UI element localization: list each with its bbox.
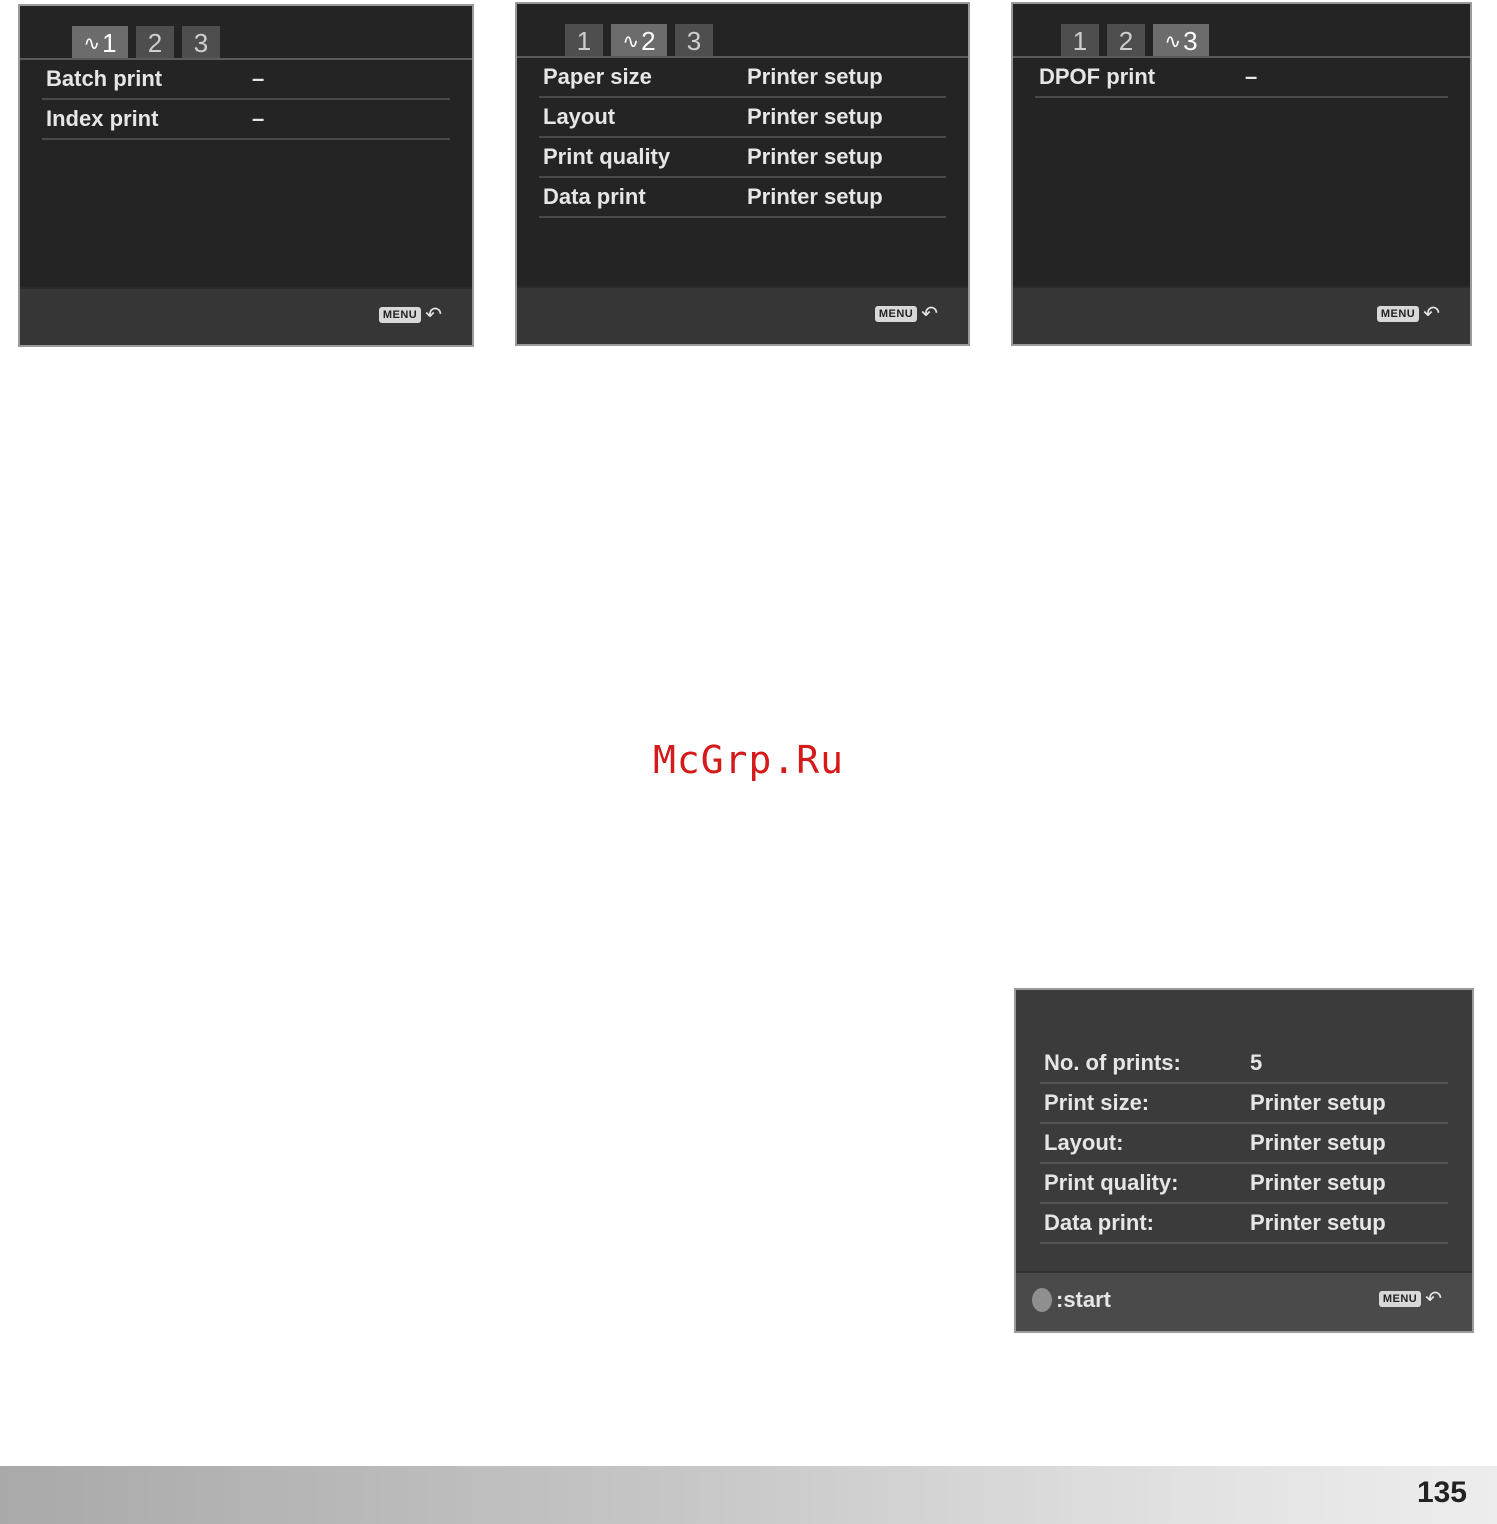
page-footer-band: 135 — [0, 1466, 1497, 1524]
menu-row-label: DPOF print — [1039, 64, 1156, 89]
tab-bar: 1 ∿2 3 — [565, 18, 721, 58]
tab-2[interactable]: ∿2 — [611, 24, 667, 58]
menu-row-label: Data print: — [1044, 1210, 1154, 1235]
tab-2[interactable]: 2 — [1107, 24, 1145, 58]
menu-list: Batch print – Index print – — [42, 60, 450, 140]
menu-back-button[interactable]: MENU ↶ — [874, 303, 938, 325]
print-confirmation-screen: No. of prints: 5 Print size: Printer set… — [1014, 988, 1474, 1333]
menu-list: DPOF print – — [1035, 58, 1448, 98]
menu-row-index-print[interactable]: Index print – — [42, 100, 450, 140]
menu-row-label: Print quality — [543, 144, 671, 169]
menu-row-no-of-prints: No. of prints: 5 — [1040, 1044, 1448, 1084]
menu-row-label: Batch print — [46, 66, 163, 91]
menu-row-value: Printer setup — [747, 144, 883, 169]
watermark: McGrp.Ru — [652, 738, 845, 782]
menu-row-value: Printer setup — [747, 64, 883, 89]
screen-footer: MENU ↶ — [1013, 286, 1470, 344]
menu-row-label: Paper size — [543, 64, 652, 89]
menu-row-value: Printer setup — [1250, 1170, 1386, 1195]
menu-row-print-quality: Print quality: Printer setup — [1040, 1164, 1448, 1204]
print-icon: ∿ — [1164, 31, 1182, 53]
menu-back-button[interactable]: MENU ↶ — [378, 304, 442, 326]
tab-1[interactable]: 1 — [1061, 24, 1099, 58]
tab-3[interactable]: 3 — [675, 24, 713, 58]
menu-row-dpof-print[interactable]: DPOF print – — [1035, 58, 1448, 98]
menu-row-value: – — [1245, 64, 1258, 89]
screen-footer: MENU ↶ — [517, 286, 968, 344]
menu-back-button[interactable]: MENU ↶ — [1376, 303, 1440, 325]
center-button-icon — [1032, 1288, 1052, 1312]
menu-button-icon: MENU — [378, 307, 422, 323]
menu-row-label: Layout: — [1044, 1130, 1124, 1155]
screen-footer: MENU ↶ — [20, 287, 472, 345]
menu-row-value: – — [252, 66, 265, 91]
menu-row-value: – — [252, 106, 265, 131]
tab-1[interactable]: 1 — [565, 24, 603, 58]
menu-list: No. of prints: 5 Print size: Printer set… — [1040, 1044, 1448, 1244]
menu-row-label: Data print — [543, 184, 646, 209]
menu-row-value: Printer setup — [1250, 1130, 1386, 1155]
start-hint[interactable]: :start — [1032, 1287, 1111, 1313]
back-arrow-icon: ↶ — [1423, 303, 1440, 325]
menu-row-value: Printer setup — [1250, 1090, 1386, 1115]
menu-row-label: Print size: — [1044, 1090, 1150, 1115]
menu-button-icon: MENU — [874, 306, 918, 322]
back-arrow-icon: ↶ — [1425, 1288, 1442, 1310]
menu-row-paper-size[interactable]: Paper size Printer setup — [539, 58, 946, 98]
back-arrow-icon: ↶ — [425, 304, 442, 326]
menu-row-print-quality[interactable]: Print quality Printer setup — [539, 138, 946, 178]
tab-bar: 1 2 ∿3 — [1061, 18, 1217, 58]
menu-row-data-print: Data print: Printer setup — [1040, 1204, 1448, 1244]
menu-list: Paper size Printer setup Layout Printer … — [539, 58, 946, 218]
print-menu-screen-tab1: ∿1 2 3 Batch print – Index print – MENU … — [18, 4, 474, 347]
menu-row-data-print[interactable]: Data print Printer setup — [539, 178, 946, 218]
tab-3[interactable]: 3 — [182, 26, 220, 60]
start-label: :start — [1056, 1287, 1112, 1312]
tab-3[interactable]: ∿3 — [1153, 24, 1209, 58]
screen-footer: :start MENU ↶ — [1016, 1271, 1472, 1331]
menu-row-value: Printer setup — [747, 104, 883, 129]
print-menu-screen-tab3: 1 2 ∿3 DPOF print – MENU ↶ — [1011, 2, 1472, 346]
menu-row-value: 5 — [1250, 1050, 1263, 1075]
tab-2[interactable]: 2 — [136, 26, 174, 60]
back-arrow-icon: ↶ — [921, 303, 938, 325]
print-icon: ∿ — [83, 33, 101, 55]
menu-row-value: Printer setup — [1250, 1210, 1386, 1235]
tab-bar: ∿1 2 3 — [72, 20, 228, 60]
page-number: 135 — [1416, 1476, 1467, 1509]
menu-row-layout: Layout: Printer setup — [1040, 1124, 1448, 1164]
menu-row-label: Index print — [46, 106, 159, 131]
menu-row-layout[interactable]: Layout Printer setup — [539, 98, 946, 138]
print-menu-screen-tab2: 1 ∿2 3 Paper size Printer setup Layout P… — [515, 2, 970, 346]
menu-back-button[interactable]: MENU ↶ — [1378, 1288, 1442, 1310]
menu-row-print-size: Print size: Printer setup — [1040, 1084, 1448, 1124]
menu-button-icon: MENU — [1376, 306, 1420, 322]
menu-row-label: Print quality: — [1044, 1170, 1179, 1195]
menu-row-batch-print[interactable]: Batch print – — [42, 60, 450, 100]
menu-row-label: No. of prints: — [1044, 1050, 1181, 1075]
tab-1[interactable]: ∿1 — [72, 26, 128, 60]
menu-button-icon: MENU — [1378, 1291, 1422, 1307]
print-icon: ∿ — [622, 31, 640, 53]
menu-row-value: Printer setup — [747, 184, 883, 209]
menu-row-label: Layout — [543, 104, 616, 129]
